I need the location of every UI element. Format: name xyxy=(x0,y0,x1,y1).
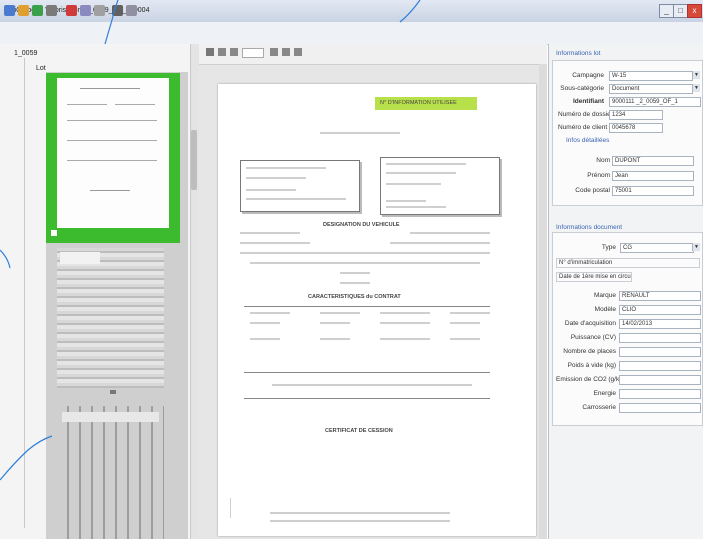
decorative-arc-left xyxy=(0,249,11,269)
decorative-arc-bottom-left xyxy=(0,435,53,481)
decorative-arc-top-left xyxy=(104,0,119,45)
decorative-arcs xyxy=(0,0,421,481)
decorative-arc-top-right xyxy=(399,0,421,23)
